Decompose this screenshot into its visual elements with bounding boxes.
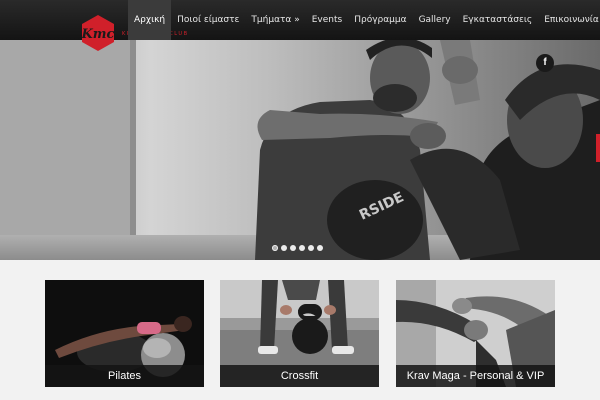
- main-nav: Αρχική Ποιοί είμαστε Τμήματα » Events Πρ…: [128, 0, 600, 40]
- nav-item-gallery[interactable]: Gallery: [413, 0, 457, 40]
- card-krav-maga[interactable]: Krav Maga - Personal & VIP: [396, 280, 555, 387]
- hero-photo: RSIDE: [0, 40, 600, 260]
- site-header: Kmc KRAV MAGA CLUB Αρχική Ποιοί είμαστε …: [0, 0, 600, 51]
- svg-text:Kmc: Kmc: [81, 27, 115, 42]
- facebook-icon[interactable]: f: [536, 54, 554, 72]
- nav-item-events[interactable]: Events: [306, 0, 348, 40]
- card-crossfit[interactable]: Crossfit: [220, 280, 379, 387]
- card-caption: Crossfit: [220, 365, 379, 387]
- nav-item-facilities[interactable]: Εγκαταστάσεις: [457, 0, 539, 40]
- slider-dot[interactable]: [317, 245, 323, 251]
- nav-item-about[interactable]: Ποιοί είμαστε: [171, 0, 245, 40]
- hero-slider: RSIDE f: [0, 40, 600, 260]
- class-cards: Pilates Crossfit Krav Maga - Personal & …: [0, 260, 600, 400]
- card-caption: Krav Maga - Personal & VIP: [396, 365, 555, 387]
- slider-dot[interactable]: [299, 245, 305, 251]
- slider-dot[interactable]: [290, 245, 296, 251]
- page: Kmc KRAV MAGA CLUB Αρχική Ποιοί είμαστε …: [0, 0, 600, 400]
- card-pilates[interactable]: Pilates: [45, 280, 204, 387]
- slider-dot[interactable]: [272, 245, 278, 251]
- slider-dot[interactable]: [308, 245, 314, 251]
- logo-hexagon-icon: Kmc: [81, 15, 115, 51]
- nav-item-classes[interactable]: Τμήματα »: [245, 0, 305, 40]
- slider-dot[interactable]: [281, 245, 287, 251]
- side-tab[interactable]: [596, 134, 600, 162]
- slider-pagination: [272, 245, 323, 251]
- nav-item-schedule[interactable]: Πρόγραμμα: [348, 0, 412, 40]
- card-caption: Pilates: [45, 365, 204, 387]
- site-logo[interactable]: Kmc: [80, 14, 116, 52]
- nav-item-contact[interactable]: Επικοινωνία: [538, 0, 600, 40]
- nav-item-home[interactable]: Αρχική: [128, 0, 172, 40]
